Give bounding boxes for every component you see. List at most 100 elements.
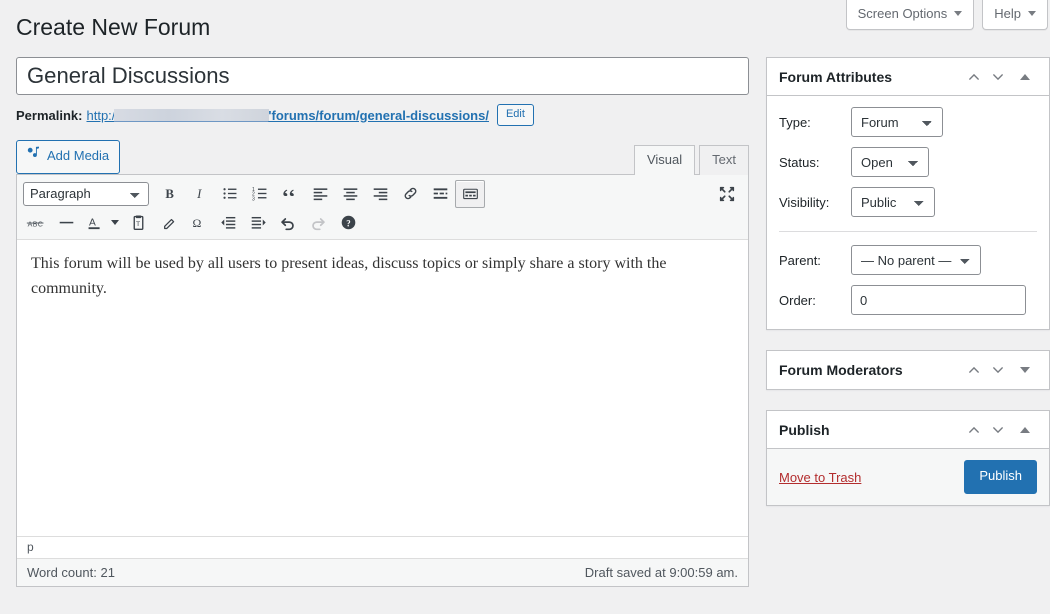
panel-collapse-toggle-icon[interactable] (1013, 65, 1037, 89)
strikethrough-icon[interactable]: ABC (21, 209, 51, 237)
forum-type-select[interactable]: ForumCategory (851, 107, 943, 137)
attribute-row-status: Status: OpenClosed (779, 147, 1037, 177)
visibility-label: Visibility: (779, 194, 830, 210)
forum-parent-select[interactable]: — No parent — (851, 245, 981, 275)
attribute-row-type: Type: ForumCategory (779, 107, 1037, 137)
read-more-icon[interactable] (425, 180, 455, 208)
align-right-icon[interactable] (365, 180, 395, 208)
permalink-link[interactable]: http:/ 'forums/forum/general-discussions/ (86, 108, 488, 123)
screen-meta-links: Screen Options Help (845, 0, 1048, 30)
panel-forum-attributes-header[interactable]: Forum Attributes (767, 58, 1049, 96)
move-down-icon[interactable] (987, 359, 1009, 381)
help-label: Help (994, 6, 1021, 21)
panel-order-controls (963, 419, 1009, 441)
toolbar-row-1: ParagraphHeading 1Heading 2Heading 3Head… (21, 179, 744, 208)
status-label: Status: (779, 154, 820, 170)
editor-mode-tabs: Visual Text (630, 145, 749, 175)
screen-options-label: Screen Options (857, 6, 948, 21)
indent-icon[interactable] (243, 209, 273, 237)
fullscreen-icon[interactable] (712, 180, 742, 208)
clear-formatting-icon[interactable] (153, 209, 183, 237)
sidebar-column: Forum Attributes Type: ForumCategory (766, 57, 1050, 526)
edit-permalink-button[interactable]: Edit (496, 103, 534, 127)
move-up-icon[interactable] (963, 66, 985, 88)
permalink-redacted-domain (114, 108, 270, 122)
main-content-column: Permalink: http:/ 'forums/forum/general-d… (16, 57, 749, 587)
panel-title: Forum Attributes (779, 68, 893, 85)
text-color-chevron-down-icon[interactable] (107, 209, 123, 237)
add-media-label: Add Media (47, 148, 110, 163)
panel-forum-attributes: Forum Attributes Type: ForumCategory (766, 57, 1050, 330)
move-down-icon[interactable] (987, 419, 1009, 441)
attribute-row-order: Order: (779, 285, 1037, 315)
attribute-row-parent: Parent: — No parent — (779, 245, 1037, 275)
move-up-icon[interactable] (963, 419, 985, 441)
publish-button[interactable]: Publish (964, 460, 1037, 494)
redo-icon[interactable] (303, 209, 333, 237)
paste-as-text-icon[interactable]: T (123, 209, 153, 237)
panel-publish-body: Move to Trash Publish (767, 449, 1049, 505)
page-title: Create New Forum (16, 14, 211, 40)
panel-collapse-toggle-icon[interactable] (1013, 418, 1037, 442)
tab-text[interactable]: Text (699, 145, 749, 175)
paragraph-format-select[interactable]: ParagraphHeading 1Heading 2Heading 3Head… (23, 181, 149, 206)
svg-text:3: 3 (252, 196, 255, 202)
numbered-list-icon[interactable]: 1 2 3 (245, 180, 275, 208)
text-color-icon[interactable]: A (81, 209, 107, 237)
editor-status-bar: Word count: 21 Draft saved at 9:00:59 am… (17, 558, 748, 586)
align-center-icon[interactable] (335, 180, 365, 208)
forum-order-input[interactable] (851, 285, 1026, 315)
toolbar-row-2: ABC A T Ω ? (21, 208, 744, 237)
editor-content-area[interactable]: This forum will be used by all users to … (17, 240, 748, 536)
editor-element-path: p (17, 536, 748, 558)
add-media-button[interactable]: Add Media (16, 140, 121, 174)
help-button[interactable]: Help (982, 0, 1048, 30)
permalink-protocol: http:/ (86, 107, 116, 123)
editor-toolbar: ParagraphHeading 1Heading 2Heading 3Head… (17, 175, 748, 240)
post-title-input[interactable] (16, 57, 749, 95)
parent-label: Parent: (779, 252, 821, 268)
panel-forum-moderators: Forum Moderators (766, 350, 1050, 390)
move-down-icon[interactable] (987, 66, 1009, 88)
permalink-row: Permalink: http:/ 'forums/forum/general-d… (16, 103, 749, 127)
panel-forum-moderators-header[interactable]: Forum Moderators (767, 351, 1049, 389)
insert-link-icon[interactable] (395, 180, 425, 208)
screen-options-button[interactable]: Screen Options (845, 0, 975, 30)
word-count: Word count: 21 (27, 565, 115, 580)
panel-order-controls (963, 66, 1009, 88)
outdent-icon[interactable] (213, 209, 243, 237)
panel-publish: Publish Move to Trash Publish (766, 410, 1050, 506)
tab-visual[interactable]: Visual (633, 145, 696, 175)
panel-order-controls (963, 359, 1009, 381)
forum-visibility-select[interactable]: PublicPrivateHidden (851, 187, 935, 217)
svg-text:?: ? (346, 218, 350, 228)
type-label: Type: (779, 114, 811, 130)
draft-saved-status: Draft saved at 9:00:59 am. (584, 565, 738, 580)
panel-expand-toggle-icon[interactable] (1013, 358, 1037, 382)
chevron-down-icon (1028, 11, 1036, 17)
horizontal-line-icon[interactable] (51, 209, 81, 237)
undo-icon[interactable] (273, 209, 303, 237)
permalink-label: Permalink: (16, 107, 83, 123)
editor-paragraph: This forum will be used by all users to … (31, 255, 667, 297)
move-up-icon[interactable] (963, 359, 985, 381)
svg-text:ABC: ABC (28, 220, 44, 228)
panel-title: Forum Moderators (779, 362, 903, 378)
divider (779, 231, 1037, 232)
svg-text:A: A (88, 217, 95, 228)
forum-status-select[interactable]: OpenClosed (851, 147, 929, 177)
panel-forum-attributes-body: Type: ForumCategory Status: OpenClosed V… (767, 96, 1049, 329)
panel-publish-header[interactable]: Publish (767, 411, 1049, 449)
italic-icon[interactable]: I (185, 180, 215, 208)
blockquote-icon[interactable] (275, 180, 305, 208)
attribute-row-visibility: Visibility: PublicPrivateHidden (779, 187, 1037, 217)
order-label: Order: (779, 292, 816, 308)
permalink-path: 'forums/forum/general-discussions/ (268, 107, 489, 123)
special-character-icon[interactable]: Ω (183, 209, 213, 237)
bold-icon[interactable]: B (155, 180, 185, 208)
align-left-icon[interactable] (305, 180, 335, 208)
move-to-trash-link[interactable]: Move to Trash (779, 470, 861, 485)
toolbar-toggle-icon[interactable] (455, 179, 485, 208)
keyboard-help-icon[interactable]: ? (333, 209, 363, 237)
bulleted-list-icon[interactable] (215, 180, 245, 208)
